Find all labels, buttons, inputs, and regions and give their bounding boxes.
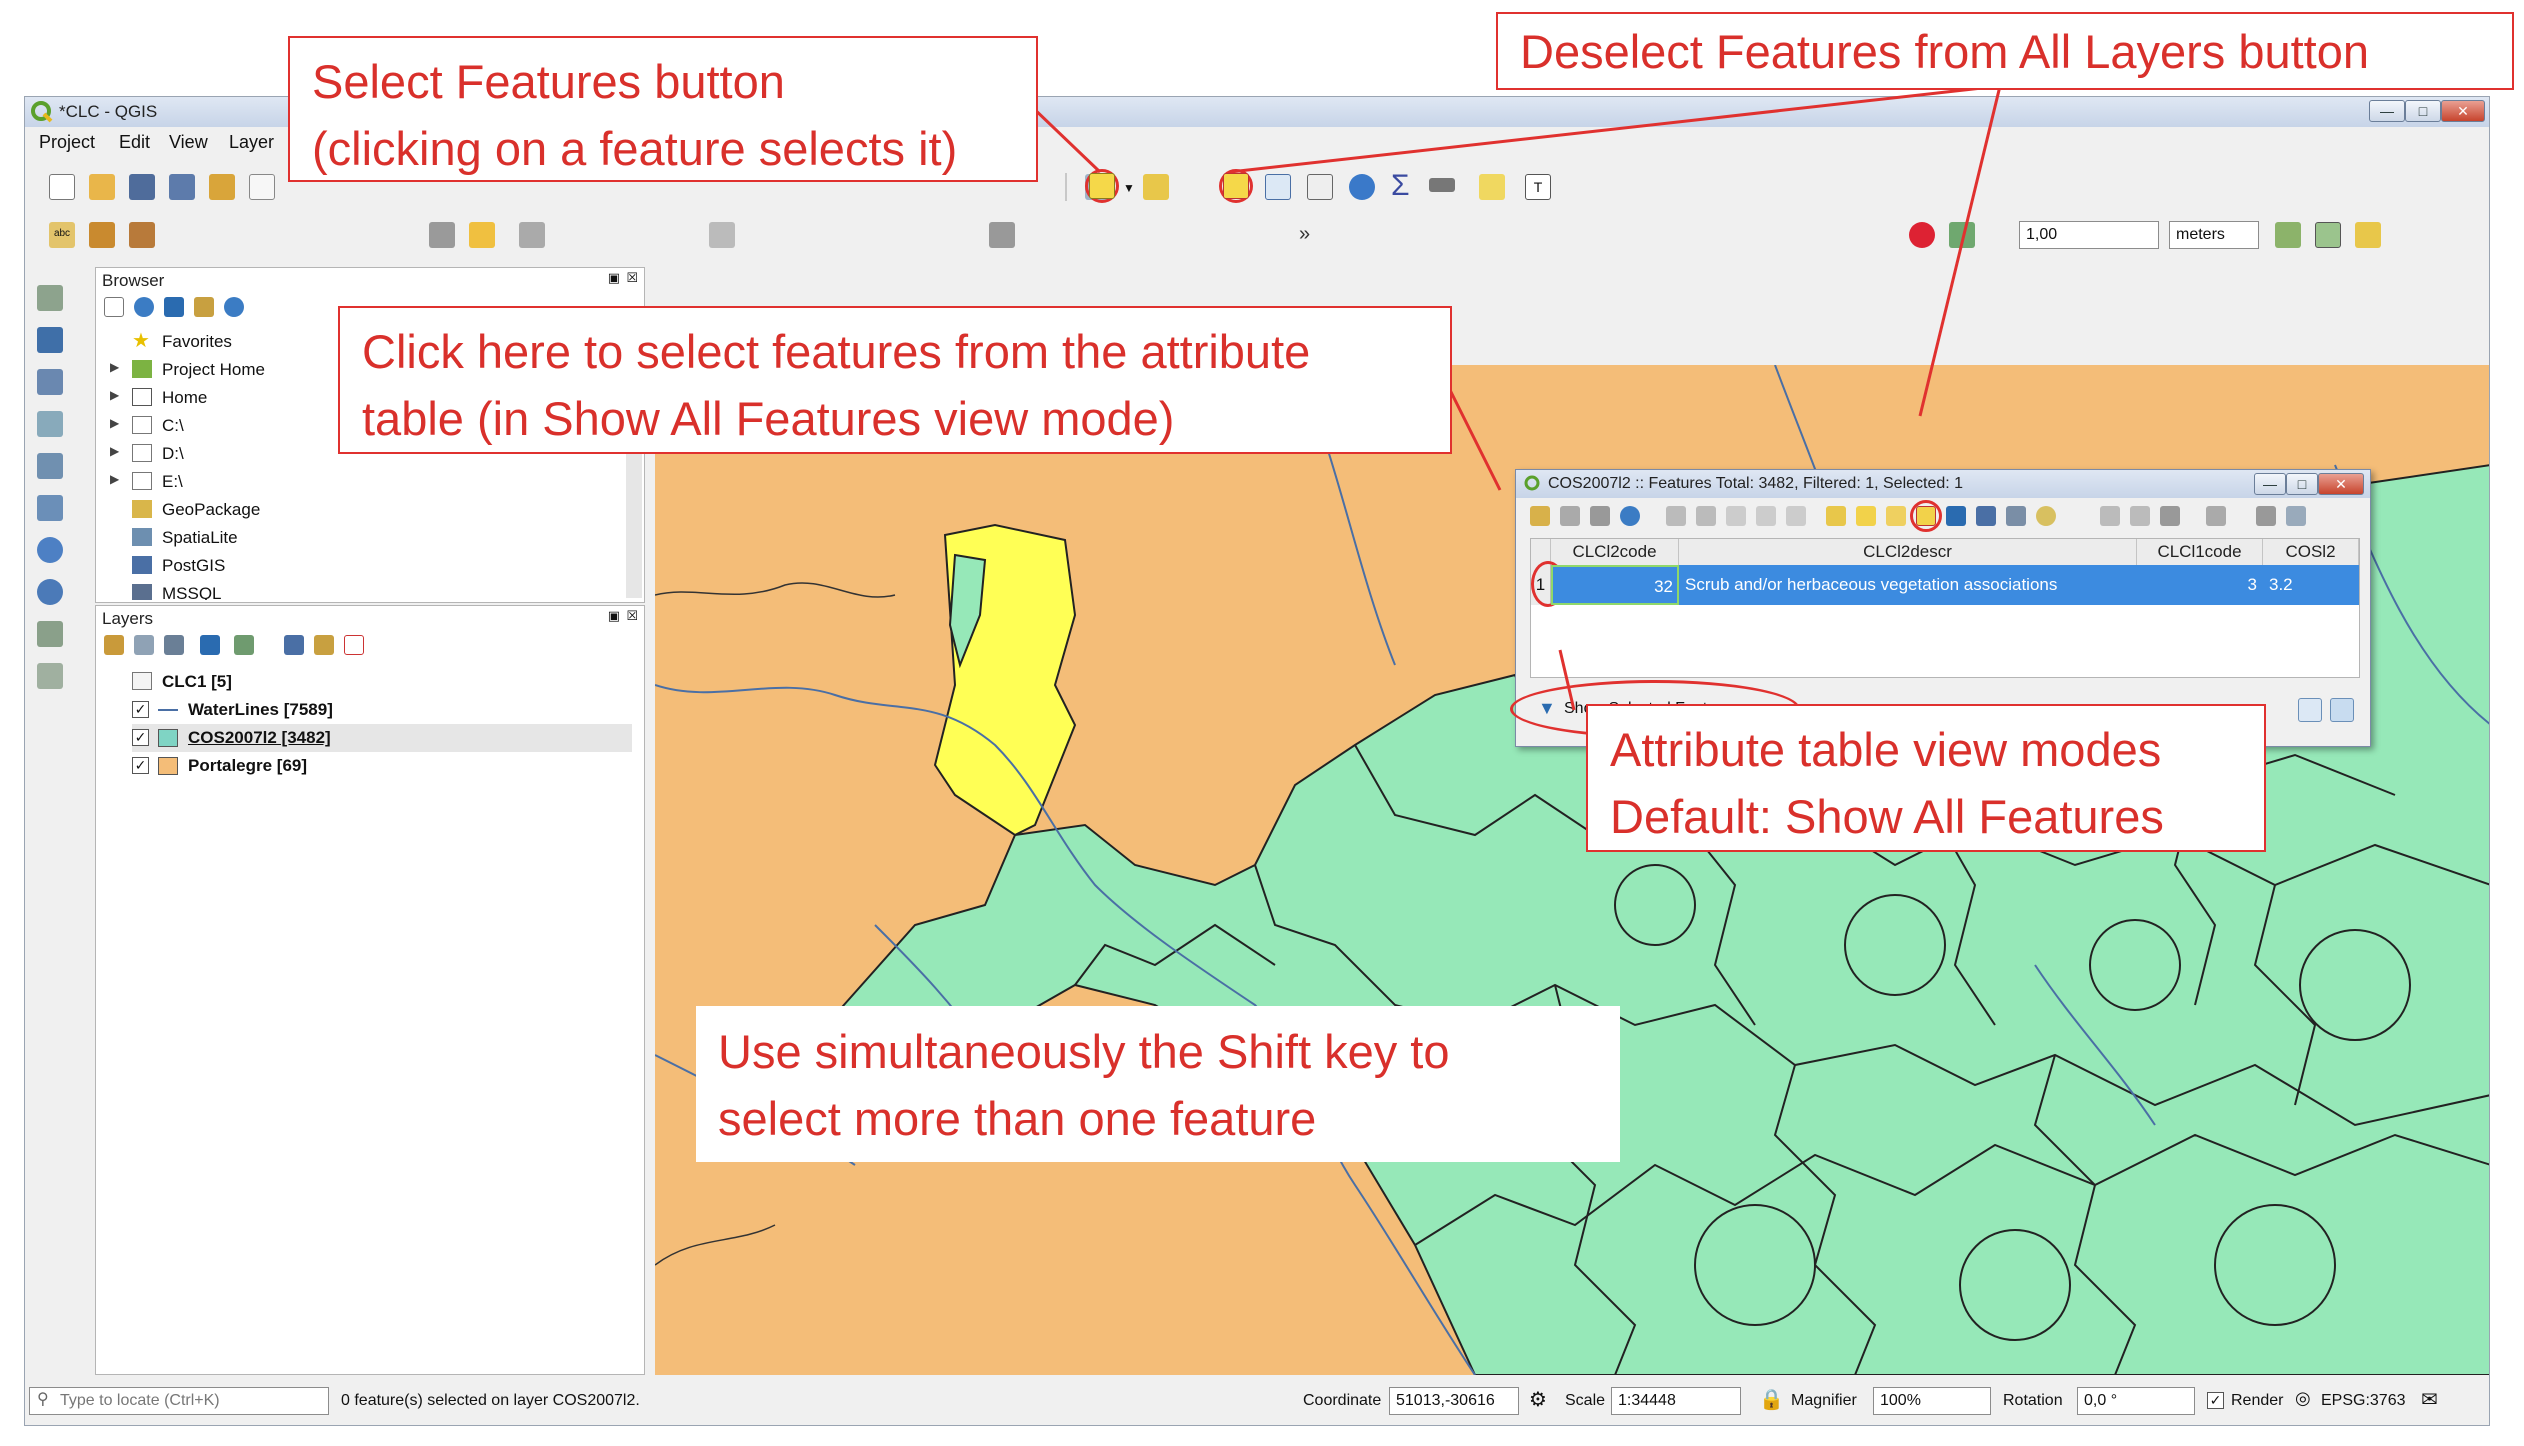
callout-line: table (in Show All Features view mode): [362, 392, 1175, 445]
callout-view-modes: Attribute table view modes Default: Show…: [1586, 704, 2266, 852]
callout-shift-key: Use simultaneously the Shift key to sele…: [696, 1006, 1620, 1162]
callout-select-features: Select Features button (clicking on a fe…: [288, 36, 1038, 182]
callout-line: Default: Show All Features: [1610, 790, 2164, 843]
callout-line: Use simultaneously the Shift key to: [718, 1025, 1450, 1078]
callout-attribute-select: Click here to select features from the a…: [338, 306, 1452, 454]
callout-deselect: Deselect Features from All Layers button: [1496, 12, 2514, 90]
callout-line: Select Features button: [312, 55, 785, 108]
callout-line: select more than one feature: [718, 1092, 1317, 1145]
callout-line: Deselect Features from All Layers button: [1520, 25, 2370, 78]
callout-line: (clicking on a feature selects it): [312, 122, 958, 175]
callout-line: Attribute table view modes: [1610, 723, 2162, 776]
callout-line: Click here to select features from the a…: [362, 325, 1311, 378]
